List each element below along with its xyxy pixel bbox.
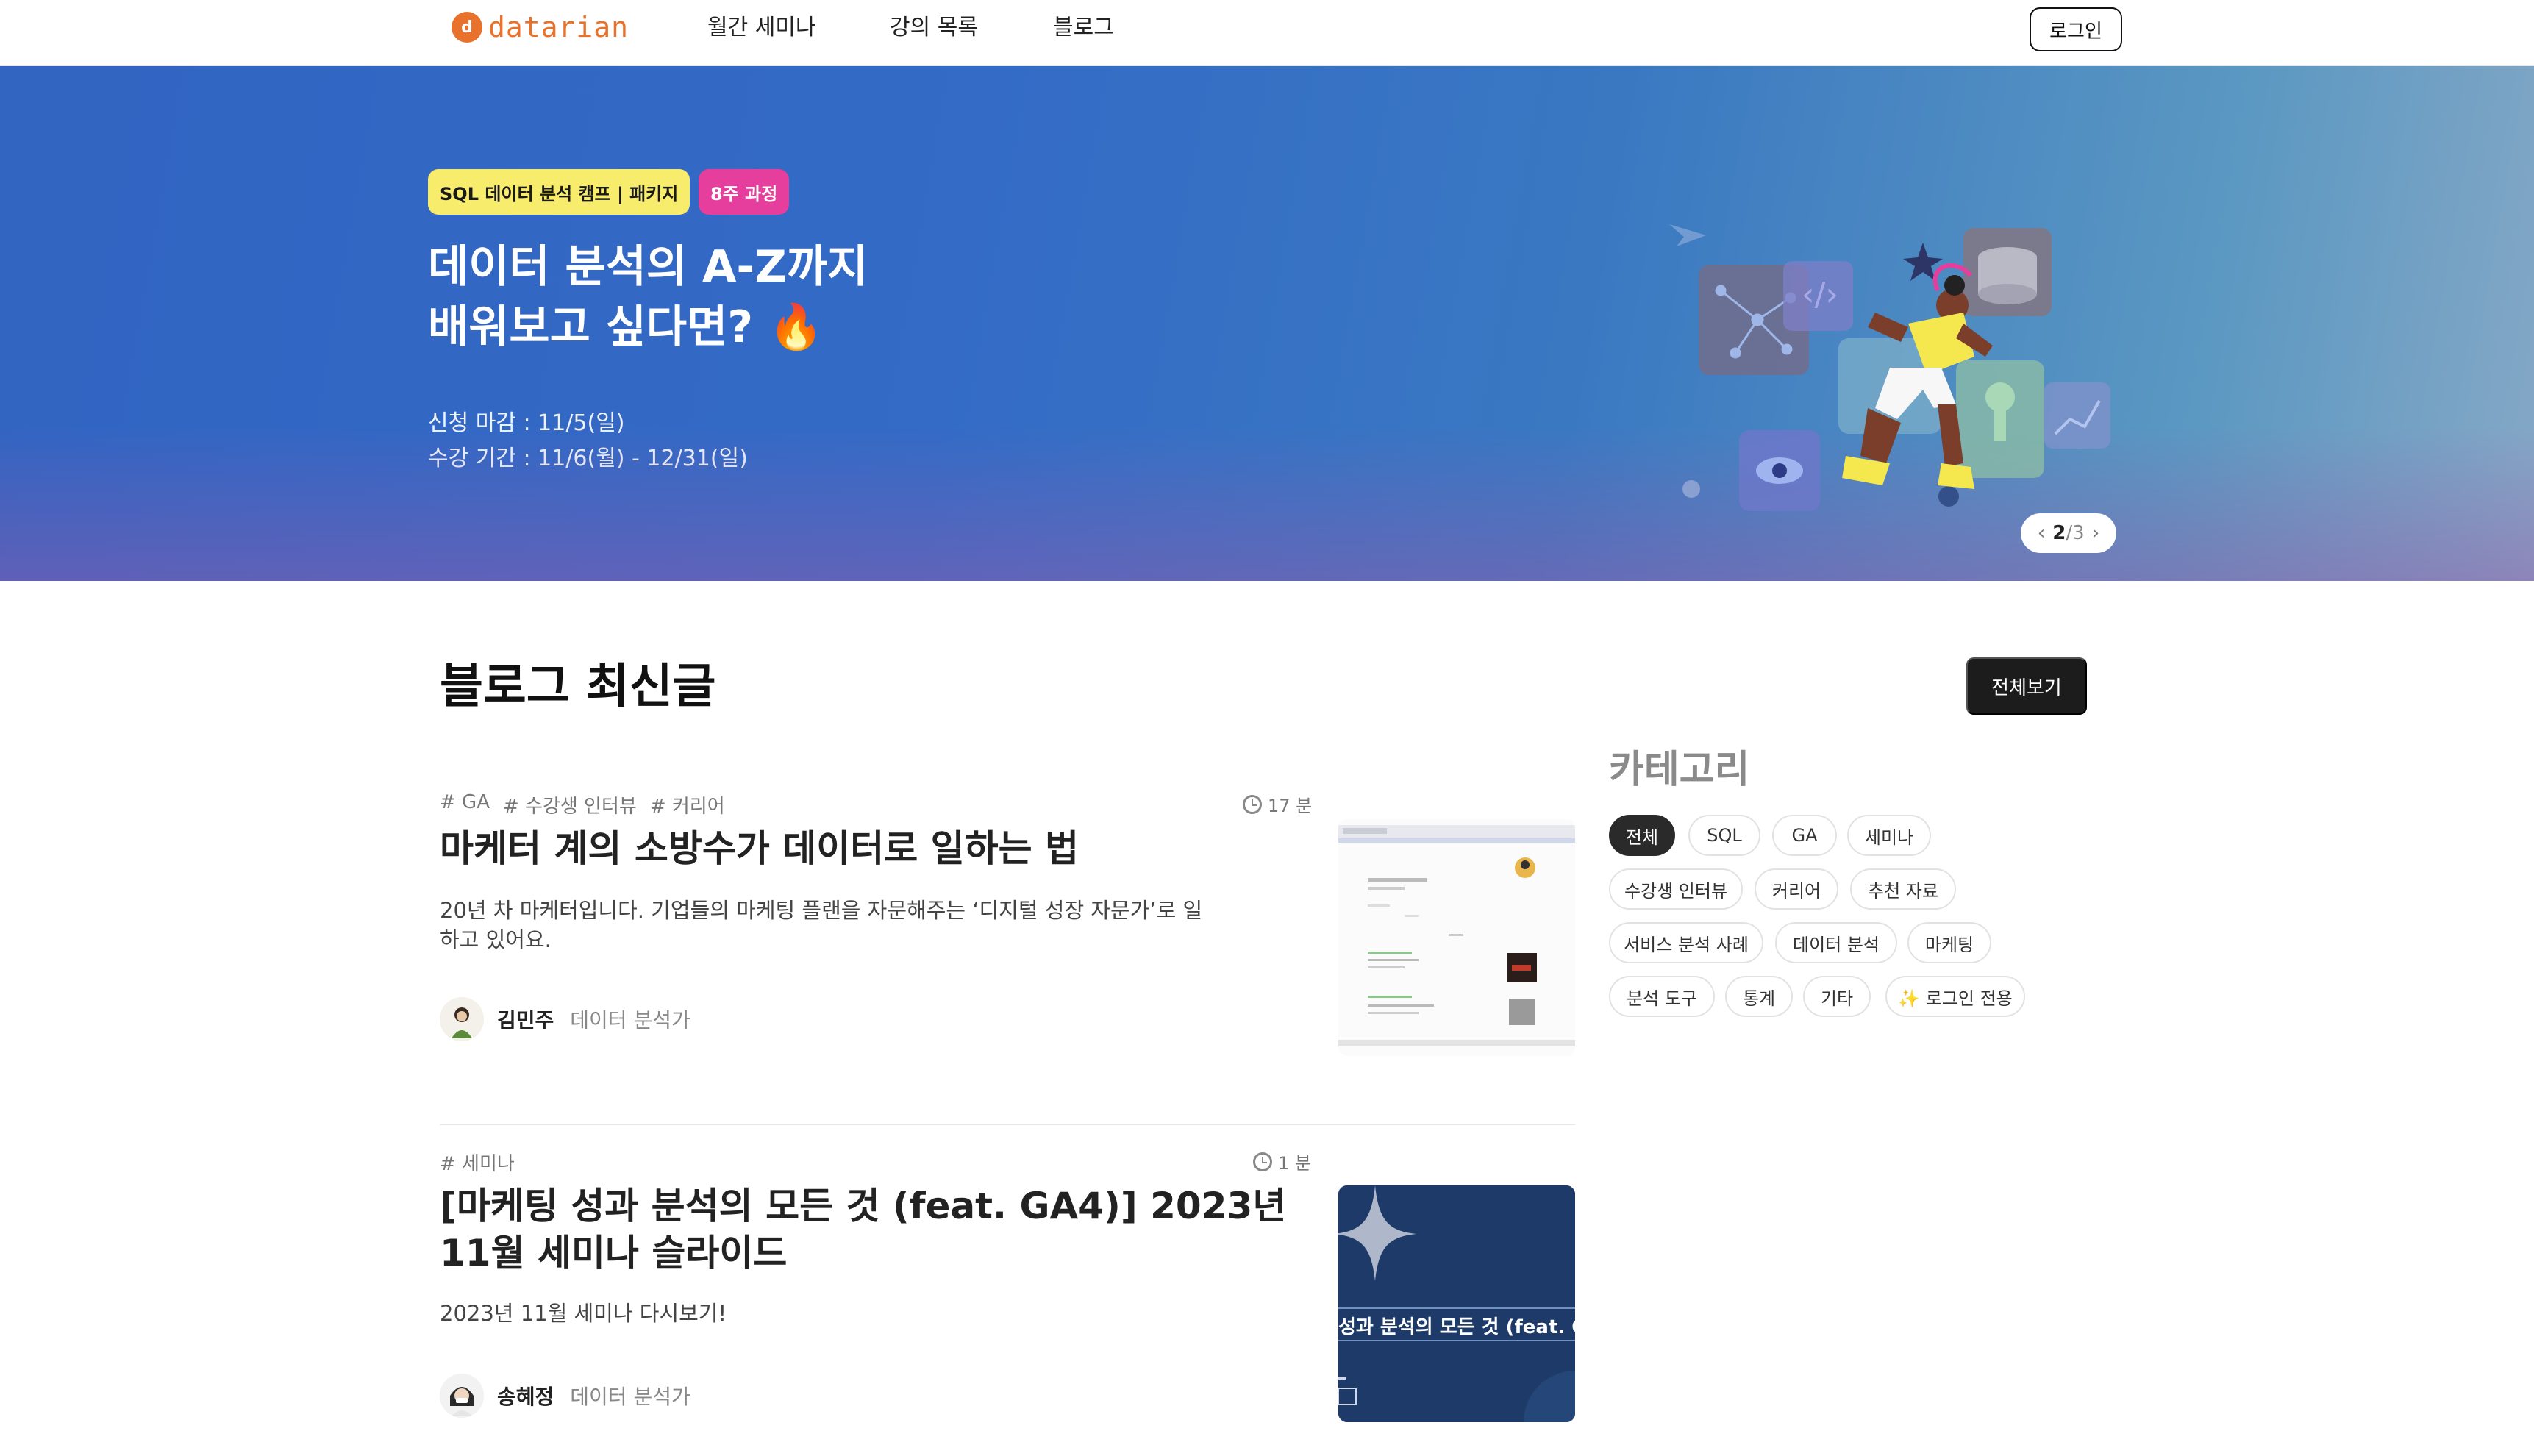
- post-description: 2023년 11월 세미나 다시보기!: [440, 1301, 727, 1326]
- hero-title-line2: 배워보고 싶다면? 🔥: [428, 301, 824, 353]
- nav-course-list[interactable]: 강의 목록: [890, 12, 978, 44]
- clock-icon: [1243, 794, 1262, 814]
- hero-deadline: 신청 마감 : 11/5(일): [428, 410, 625, 436]
- post-tag[interactable]: # GA: [440, 791, 490, 818]
- chevron-right-icon[interactable]: ›: [2092, 522, 2099, 544]
- category-title: 카테고리: [1609, 748, 1750, 792]
- avatar: [440, 997, 484, 1041]
- pager-separator: /: [2066, 522, 2073, 544]
- post-tags: # GA # 수강생 인터뷰 # 커리어: [440, 791, 725, 818]
- category-chip-marketing[interactable]: 마케팅: [1907, 922, 1991, 963]
- post-title-line1: [마케팅 성과 분석의 모든 것 (feat. GA4)] 2023년: [440, 1185, 1287, 1227]
- carousel-pager: ‹ 2 / 3 ›: [2021, 513, 2116, 553]
- hero-title: 데이터 분석의 A-Z까지 배워보고 싶다면? 🔥: [428, 237, 868, 357]
- read-time: 1 분: [1253, 1149, 1311, 1174]
- logo-text: datarian: [488, 11, 629, 43]
- nav-blog[interactable]: 블로그: [1053, 12, 1114, 44]
- post-title[interactable]: [마케팅 성과 분석의 모든 것 (feat. GA4)] 2023년 11월 …: [440, 1182, 1287, 1277]
- hero-period: 수강 기간 : 11/6(월) - 12/31(일): [428, 446, 748, 471]
- post-description: 20년 차 마케터입니다. 기업들의 마케팅 플랜을 자문해주는 ‘디지털 성장…: [440, 898, 1203, 952]
- category-chip-data-analysis[interactable]: 데이터 분석: [1775, 922, 1897, 963]
- post-tags: # 세미나: [440, 1149, 515, 1176]
- clock-icon: [1253, 1152, 1272, 1171]
- chevron-left-icon[interactable]: ‹: [2038, 522, 2045, 544]
- category-chip-all[interactable]: 전체: [1609, 815, 1675, 856]
- author-role: 데이터 분석가: [570, 1008, 690, 1032]
- avatar: [440, 1374, 484, 1418]
- screenshot-thumbnail-image: [1338, 819, 1575, 1056]
- post-author: 김민주 데이터 분석가: [440, 997, 690, 1041]
- post-title-line2: 11월 세미나 슬라이드: [440, 1232, 788, 1274]
- category-chip-sql[interactable]: SQL: [1688, 815, 1760, 856]
- author-role: 데이터 분석가: [570, 1385, 690, 1409]
- category-chip-seminar[interactable]: 세미나: [1847, 815, 1931, 856]
- read-time: 17 분: [1243, 791, 1312, 817]
- category-chip-login-only[interactable]: ✨ 로그인 전용: [1885, 976, 2025, 1017]
- login-button[interactable]: 로그인: [2030, 7, 2122, 51]
- post-tag[interactable]: # 수강생 인터뷰: [503, 791, 637, 818]
- post-thumbnail[interactable]: 성과 분석의 모든 것 (feat. GA: [1338, 1185, 1575, 1422]
- svg-text:‹/›: ‹/›: [1802, 276, 1838, 313]
- blog-post-card[interactable]: # 세미나 1 분 [마케팅 성과 분석의 모든 것 (feat. GA4)] …: [440, 1144, 1575, 1438]
- post-thumbnail[interactable]: [1338, 819, 1575, 1056]
- category-chip-ga[interactable]: GA: [1772, 815, 1837, 856]
- read-time-value: 1 분: [1278, 1153, 1311, 1174]
- post-tag[interactable]: # 세미나: [440, 1149, 515, 1176]
- read-time-value: 17 분: [1268, 796, 1313, 816]
- category-chip-statistics[interactable]: 통계: [1725, 976, 1793, 1017]
- logo[interactable]: d datarian: [452, 10, 629, 44]
- blog-section-title: 블로그 최신글: [440, 660, 716, 714]
- author-name: 송혜정: [497, 1385, 554, 1409]
- category-chip-recommended[interactable]: 추천 자료: [1850, 868, 1956, 910]
- seminar-slide-image: [1338, 1185, 1575, 1422]
- post-title[interactable]: 마케터 계의 소방수가 데이터로 일하는 법: [440, 825, 1079, 872]
- category-chip-interview[interactable]: 수강생 인터뷰: [1609, 868, 1743, 910]
- logo-icon: d: [452, 12, 482, 43]
- hero-illustration: ‹/›: [1669, 224, 2110, 511]
- nav-monthly-seminar[interactable]: 월간 세미나: [707, 12, 816, 44]
- category-chip-service-analysis[interactable]: 서비스 분석 사례: [1609, 922, 1763, 963]
- top-header: d datarian 월간 세미나 강의 목록 블로그 로그인: [0, 0, 2534, 66]
- hero-title-line1: 데이터 분석의 A-Z까지: [428, 241, 868, 293]
- category-chip-career[interactable]: 커리어: [1755, 868, 1838, 910]
- category-chip-etc[interactable]: 기타: [1803, 976, 1871, 1017]
- author-name: 김민주: [497, 1008, 554, 1032]
- post-author: 송혜정 데이터 분석가: [440, 1374, 690, 1418]
- post-tag[interactable]: # 커리어: [650, 791, 725, 818]
- post-divider: [440, 1124, 1575, 1125]
- weeks-badge: 8주 과정: [699, 169, 790, 215]
- category-chip-tools[interactable]: 분석 도구: [1609, 976, 1715, 1017]
- thumbnail-slide-title: 성과 분석의 모든 것 (feat. GA: [1338, 1316, 1575, 1338]
- view-all-button[interactable]: 전체보기: [1966, 657, 2087, 715]
- course-badge: SQL 데이터 분석 캠프 | 패키지: [428, 169, 690, 215]
- hero-banner[interactable]: SQL 데이터 분석 캠프 | 패키지 8주 과정 데이터 분석의 A-Z까지 …: [0, 66, 2534, 581]
- pager-total: 3: [2072, 522, 2085, 544]
- blog-post-card[interactable]: # GA # 수강생 인터뷰 # 커리어 17 분 마케터 계의 소방수가 데이…: [440, 787, 1575, 1081]
- pager-current: 2: [2052, 522, 2066, 544]
